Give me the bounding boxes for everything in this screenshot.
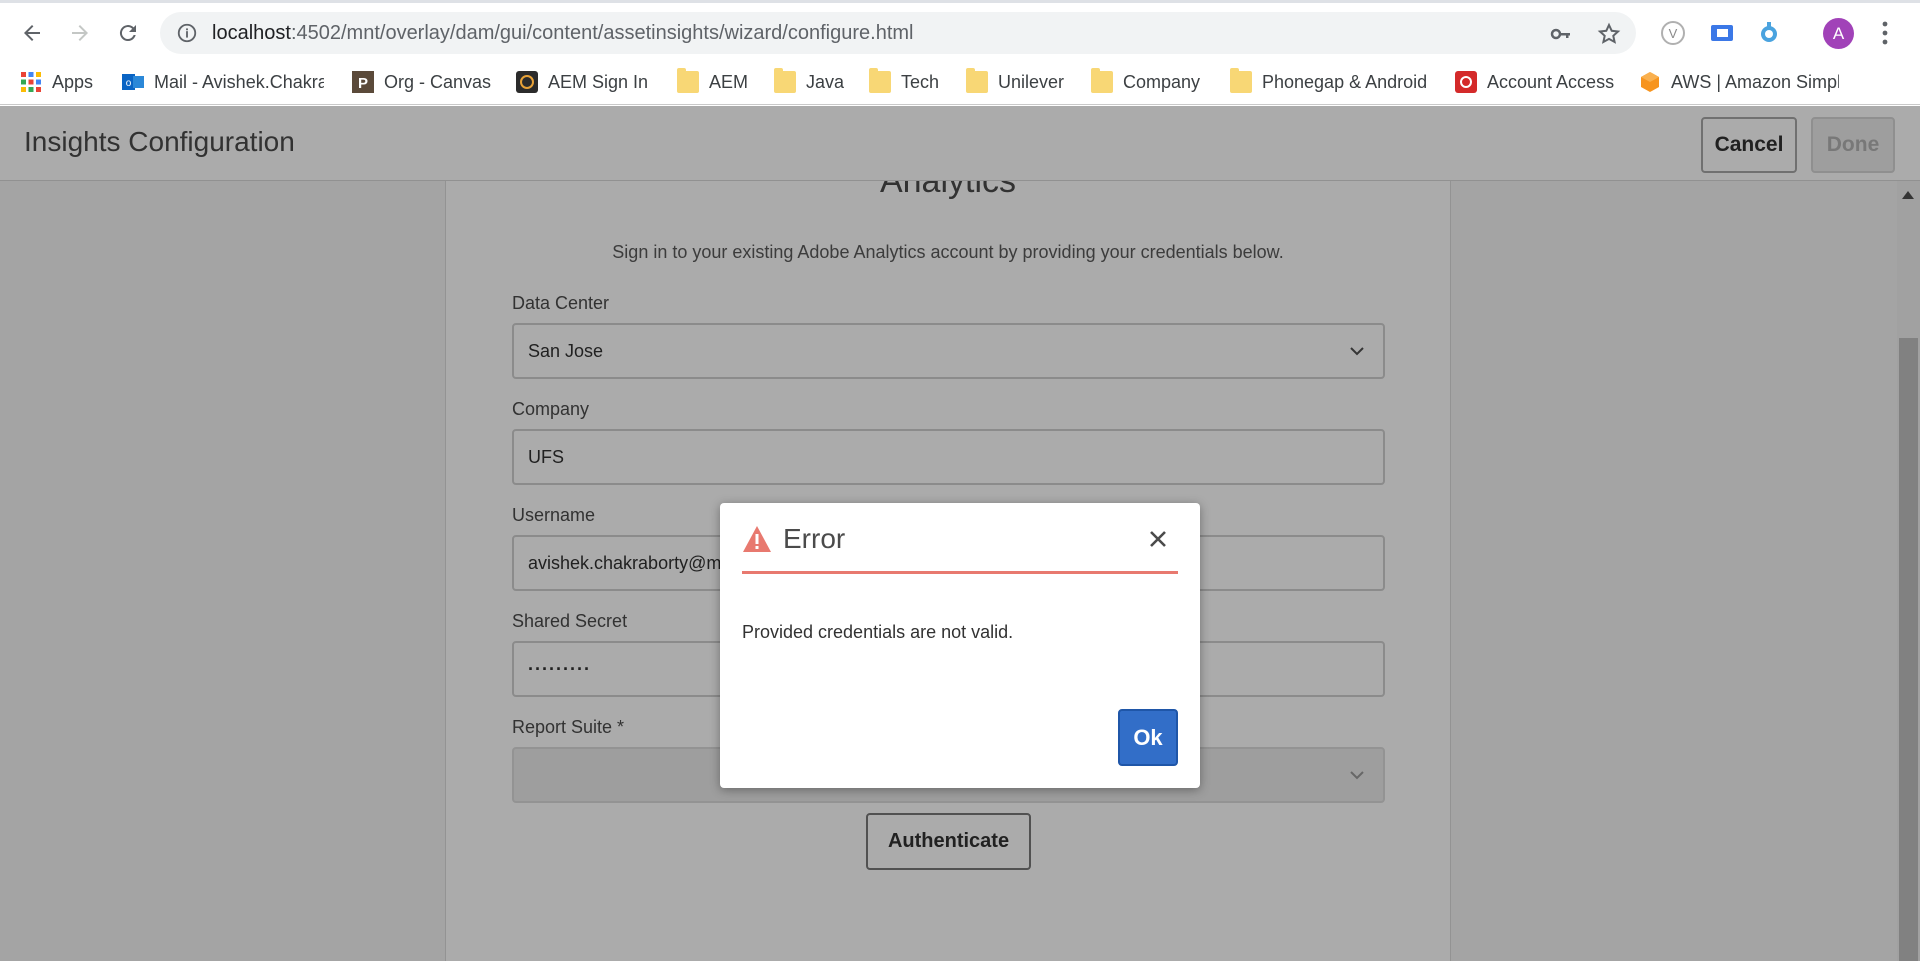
bookmark-label: Account Access bbox=[1487, 71, 1615, 92]
bookmarks-bar: Apps o Mail - Avishek.Chakra P Org - Can… bbox=[0, 60, 1920, 105]
bookmark-tech[interactable]: Tech bbox=[869, 66, 939, 98]
extension-v-icon[interactable]: V bbox=[1659, 19, 1687, 47]
folder-icon bbox=[774, 68, 796, 93]
apps-grid-icon bbox=[21, 72, 41, 92]
key-icon[interactable] bbox=[1549, 22, 1573, 46]
bookmark-label: Java bbox=[806, 71, 845, 92]
dialog-message: Provided credentials are not valid. bbox=[742, 622, 1014, 642]
bookmark-label: AWS | Amazon Simpl bbox=[1671, 71, 1839, 92]
aem-icon bbox=[516, 71, 538, 93]
back-arrow-icon bbox=[24, 25, 40, 41]
bookmark-label: Mail - Avishek.Chakra bbox=[154, 71, 324, 92]
site-info-icon[interactable] bbox=[176, 22, 198, 44]
bookmark-label: Company bbox=[1123, 71, 1201, 92]
folder-icon bbox=[966, 68, 988, 93]
page-content: Analytics Sign in to your existing Adobe… bbox=[0, 106, 1920, 961]
canvas-icon: P bbox=[352, 71, 374, 93]
url-host: localhost bbox=[212, 22, 291, 44]
bookmark-aem[interactable]: AEM bbox=[677, 66, 748, 98]
error-dialog: Error Provided credentials are not valid… bbox=[720, 503, 1200, 788]
browser-menu-icon[interactable] bbox=[1876, 20, 1894, 46]
folder-icon bbox=[869, 68, 891, 93]
bookmark-account-access[interactable]: Account Access bbox=[1455, 66, 1614, 98]
dialog-header: Error bbox=[742, 521, 1178, 574]
account-access-icon bbox=[1455, 71, 1477, 93]
bookmark-label: Unilever bbox=[998, 71, 1065, 92]
outlook-icon: o bbox=[122, 74, 144, 90]
bookmark-aem-signin[interactable]: AEM Sign In bbox=[516, 66, 648, 98]
svg-text:o: o bbox=[126, 78, 132, 89]
browser-toolbar: localhost:4502/mnt/overlay/dam/gui/conte… bbox=[0, 0, 1920, 60]
extension-bug-icon[interactable] bbox=[1755, 19, 1783, 47]
folder-icon bbox=[677, 68, 699, 93]
bookmark-java[interactable]: Java bbox=[774, 66, 844, 98]
folder-icon bbox=[1091, 68, 1113, 93]
url-text[interactable]: localhost:4502/mnt/overlay/dam/gui/conte… bbox=[212, 22, 913, 45]
bookmark-mail[interactable]: o Mail - Avishek.Chakra bbox=[122, 66, 324, 98]
forward-button[interactable] bbox=[62, 15, 98, 51]
bookmark-label: Apps bbox=[52, 71, 94, 92]
extension-screen-icon[interactable] bbox=[1708, 19, 1736, 47]
bookmark-label: Phonegap & Android bbox=[1262, 71, 1428, 92]
bookmark-org-canvas[interactable]: P Org - Canvas bbox=[352, 66, 491, 98]
close-icon[interactable] bbox=[1146, 527, 1170, 551]
bookmark-label: Tech bbox=[901, 71, 940, 92]
address-bar[interactable]: localhost:4502/mnt/overlay/dam/gui/conte… bbox=[160, 12, 1636, 54]
reload-button[interactable] bbox=[110, 15, 146, 51]
bookmark-label: AEM Sign In bbox=[548, 71, 649, 92]
alert-triangle-icon bbox=[743, 526, 771, 552]
folder-icon bbox=[1230, 68, 1252, 93]
url-path: :4502/mnt/overlay/dam/gui/content/asseti… bbox=[290, 22, 914, 44]
svg-text:V: V bbox=[1669, 26, 1678, 41]
svg-text:P: P bbox=[358, 75, 368, 92]
back-button[interactable] bbox=[14, 15, 50, 51]
dialog-title: Error bbox=[783, 523, 846, 554]
ok-button[interactable]: Ok bbox=[1118, 709, 1178, 766]
bookmark-label: Org - Canvas bbox=[384, 71, 492, 92]
bookmark-unilever[interactable]: Unilever bbox=[966, 66, 1064, 98]
aws-icon bbox=[1641, 72, 1659, 92]
bookmark-star-icon[interactable] bbox=[1597, 22, 1621, 46]
bookmark-label: AEM bbox=[709, 71, 749, 92]
bookmark-apps[interactable]: Apps bbox=[20, 66, 93, 98]
forward-arrow-icon bbox=[72, 25, 88, 41]
bookmark-phonegap[interactable]: Phonegap & Android bbox=[1230, 66, 1427, 98]
reload-icon bbox=[119, 25, 136, 42]
profile-avatar[interactable]: A bbox=[1823, 18, 1854, 49]
bookmark-aws[interactable]: AWS | Amazon Simpl bbox=[1639, 66, 1839, 98]
bookmark-company[interactable]: Company bbox=[1091, 66, 1200, 98]
